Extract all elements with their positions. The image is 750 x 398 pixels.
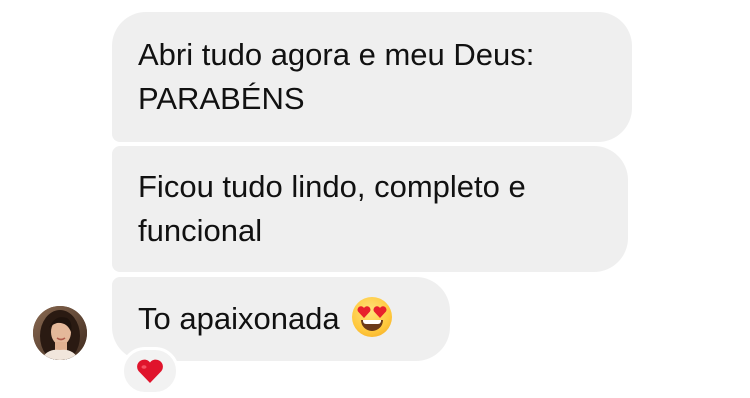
message-bubble[interactable]: Abri tudo agora e meu Deus: PARABÉNS [112,12,632,142]
emoji-mouth [360,320,383,331]
avatar[interactable] [33,306,87,360]
message-bubble[interactable]: Ficou tudo lindo, completo e funcional [112,146,628,272]
message-text: Ficou tudo lindo, completo e funcional [138,169,526,248]
heart-icon [137,359,163,383]
message-text: To apaixonada [138,301,340,336]
heart-eye-icon [357,306,371,318]
heart-eyes-emoji-icon [351,297,392,337]
avatar-photo [33,306,87,360]
message-text: Abri tudo agora e meu Deus: PARABÉNS [138,37,535,116]
heart-eye-icon [373,306,387,318]
reaction-badge[interactable] [121,347,179,395]
